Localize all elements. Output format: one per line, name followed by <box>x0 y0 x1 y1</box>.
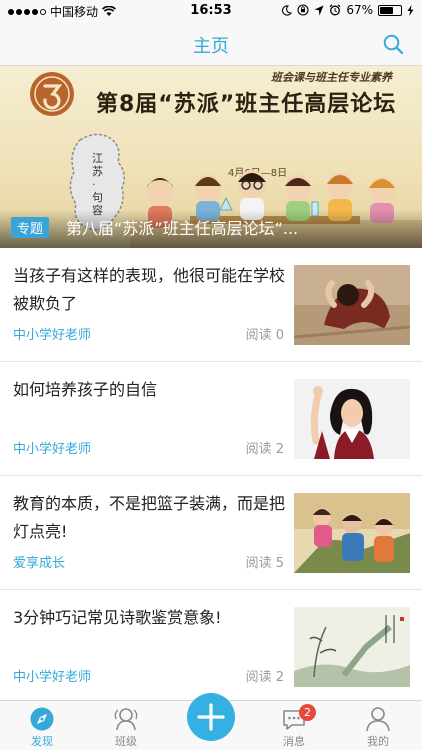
article-feed: 当孩子有这样的表现，他很可能在学校被欺负了 中小学好老师 阅读 0 如何培养孩子… <box>0 248 422 704</box>
lock-rotation-icon <box>297 4 309 16</box>
battery-icon <box>378 4 402 16</box>
article-item[interactable]: 3分钟巧记常见诗歌鉴赏意象! 中小学好老师 阅读 2 <box>0 590 422 704</box>
article-thumbnail <box>294 493 410 573</box>
tab-profile[interactable]: 我的 <box>343 701 413 750</box>
charging-icon <box>407 4 414 16</box>
banner-subline: 班会课与班主任专业素养 <box>271 71 392 84</box>
tab-class[interactable]: 班级 <box>91 701 161 750</box>
article-item[interactable]: 教育的本质，不是把篮子装满，而是把灯点亮! 爱享成长 阅读 5 <box>0 476 422 590</box>
location-icon <box>314 5 324 15</box>
article-item[interactable]: 当孩子有这样的表现，他很可能在学校被欺负了 中小学好老师 阅读 0 <box>0 248 422 362</box>
article-source[interactable]: 中小学好老师 <box>13 324 91 343</box>
banner-caption: 第八届“苏派”班主任高层论坛“... <box>66 219 299 238</box>
battery-percent: 67% <box>346 3 373 17</box>
read-count: 阅读 2 <box>245 442 284 457</box>
article-thumbnail <box>294 607 410 687</box>
unread-badge: 2 <box>299 704 316 721</box>
status-right: 67% <box>281 3 414 17</box>
article-title: 教育的本质，不是把篮子装满，而是把灯点亮! <box>13 494 286 541</box>
article-title: 当孩子有这样的表现，他很可能在学校被欺负了 <box>13 266 286 313</box>
article-title: 如何培养孩子的自信 <box>13 380 158 399</box>
profile-icon <box>366 707 390 732</box>
article-title: 3分钟巧记常见诗歌鉴赏意象! <box>13 608 222 627</box>
search-icon[interactable] <box>382 33 404 55</box>
plus-icon <box>197 703 225 731</box>
nav-bar: 主页 <box>0 22 422 66</box>
tab-label: 班级 <box>115 735 137 748</box>
moon-icon <box>282 4 293 16</box>
read-count: 阅读 0 <box>245 328 284 343</box>
status-bar: 中国移动 16:53 67% <box>0 0 422 22</box>
tab-discover[interactable]: 发现 <box>7 701 77 750</box>
tab-bar: 发现 班级 2 消息 我的 <box>0 693 422 750</box>
class-icon <box>114 708 138 731</box>
forum-logo-icon <box>30 72 74 116</box>
article-thumbnail <box>294 265 410 345</box>
featured-banner[interactable]: 江苏·句容 第8届“苏派”班主任高层论坛 班会课与班主任专业素养 4月6日—8日 <box>0 66 422 248</box>
topic-tag: 专题 <box>11 217 50 238</box>
add-button[interactable] <box>187 693 235 741</box>
battery-level <box>380 6 393 14</box>
article-source[interactable]: 爱享成长 <box>13 552 65 571</box>
article-source[interactable]: 中小学好老师 <box>13 438 91 457</box>
article-source[interactable]: 中小学好老师 <box>13 666 91 685</box>
read-count: 阅读 2 <box>245 670 284 685</box>
page-title: 主页 <box>193 36 229 57</box>
tab-label: 发现 <box>31 735 53 748</box>
discover-icon <box>30 707 54 731</box>
alarm-icon <box>329 4 341 16</box>
article-thumbnail <box>294 379 410 459</box>
tab-label: 我的 <box>367 735 389 748</box>
tab-label: 消息 <box>283 735 305 748</box>
banner-headline: 第8届“苏派”班主任高层论坛 <box>96 92 397 117</box>
map-location-text: 江苏·句容 <box>92 152 103 217</box>
tab-messages[interactable]: 2 消息 <box>259 701 329 750</box>
read-count: 阅读 5 <box>245 556 284 571</box>
article-item[interactable]: 如何培养孩子的自信 中小学好老师 阅读 2 <box>0 362 422 476</box>
